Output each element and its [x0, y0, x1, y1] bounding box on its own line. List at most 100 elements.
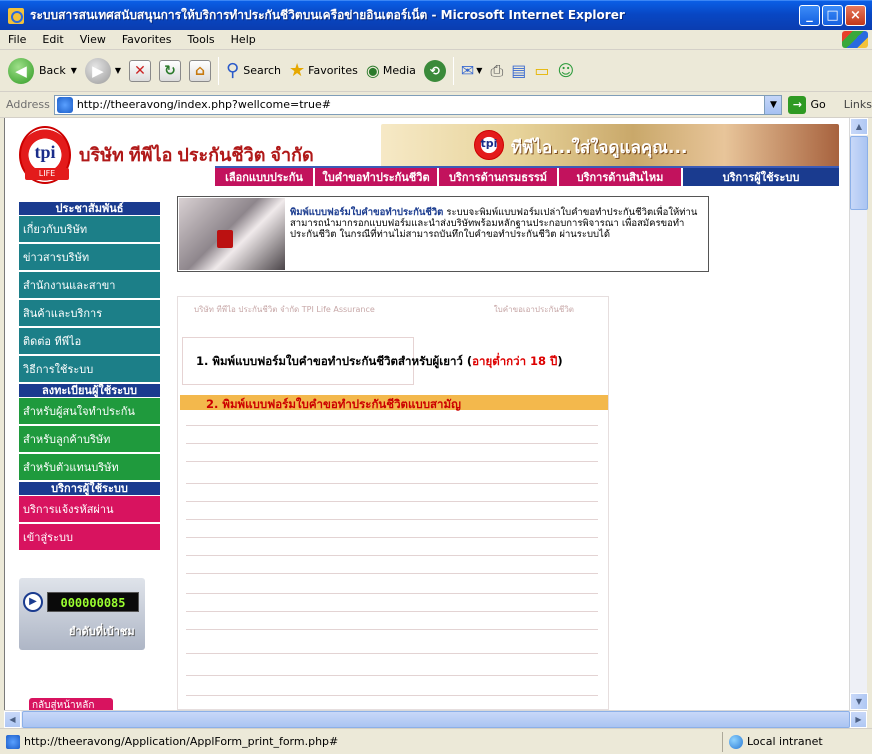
nav-policy-service[interactable]: บริการด้านกรมธรรม์	[439, 168, 559, 186]
sidebar-item-reg-prospect[interactable]: สำหรับผู้สนใจทำประกัน	[19, 398, 160, 426]
toolbar: ◀ Back ▼ ▶ ▼ ✕ ↻ ⌂ ⚲ Search ★ Favorites …	[0, 50, 872, 92]
back-home-button[interactable]: กลับสู่หน้าหลัก	[29, 698, 113, 710]
media-button[interactable]: ◉ Media	[362, 54, 420, 88]
stop-icon: ✕	[129, 59, 152, 82]
print-option-ordinary[interactable]: 2. พิมพ์แบบฟอร์มใบคำขอทำประกันชีวิตแบบสา…	[206, 396, 461, 414]
zone-label: Local intranet	[747, 735, 823, 748]
sidebar-item-products[interactable]: สินค้าและบริการ	[19, 300, 160, 328]
refresh-button[interactable]: ↻	[155, 54, 185, 88]
window-title: ระบบสารสนเทศสนับสนุนการให้บริการทำประกัน…	[30, 8, 625, 22]
sidebar-item-howto[interactable]: วิธีการใช้ระบบ	[19, 356, 160, 384]
visitor-counter: ▶ 000000085 ยำดับที่เบ้าชม	[19, 578, 145, 650]
search-button[interactable]: ⚲ Search	[222, 54, 285, 88]
menu-bar: File Edit View Favorites Tools Help	[0, 30, 872, 50]
maximize-button[interactable]: □	[822, 5, 843, 26]
logo-text: tpi	[34, 142, 56, 162]
forward-button[interactable]: ▶ ▼	[81, 54, 125, 88]
menu-file[interactable]: File	[0, 33, 34, 46]
vertical-scroll-thumb[interactable]	[850, 136, 868, 210]
printer-image	[179, 198, 285, 270]
address-dropdown-icon[interactable]: ▼	[764, 95, 782, 114]
history-button[interactable]: ⟲	[420, 54, 450, 88]
play-icon: ▶	[23, 592, 43, 612]
address-label: Address	[6, 98, 50, 111]
search-icon: ⚲	[226, 60, 240, 81]
menu-edit[interactable]: Edit	[34, 33, 71, 46]
forward-arrow-icon: ▶	[84, 57, 111, 84]
menu-tools[interactable]: Tools	[180, 33, 223, 46]
home-icon: ⌂	[189, 59, 212, 82]
counter-label: ยำดับที่เบ้าชม	[69, 625, 135, 638]
messenger-icon: ☺	[557, 61, 575, 80]
status-url: http://theeravong/Application/ApplForm_p…	[24, 735, 339, 748]
nav-user-service[interactable]: บริการผู้ใช้ระบบ	[683, 168, 839, 186]
promo-box: พิมพ์แบบฟอร์มใบคำขอทำประกันชีวิต ระบบจะพ…	[177, 196, 709, 272]
mail-button[interactable]: ✉ ▼	[457, 54, 487, 88]
sidebar-item-password[interactable]: บริการแจ้งรหัสผ่าน	[19, 496, 160, 524]
sidebar-item-login[interactable]: เข้าสู่ระบบ	[19, 524, 160, 552]
sidebar-item-contact[interactable]: ติดต่อ ทีพีไอ	[19, 328, 160, 356]
edit-icon: ▤	[511, 61, 527, 80]
media-label: Media	[382, 64, 416, 77]
page-icon	[56, 96, 73, 113]
nav-application[interactable]: ใบคำขอทำประกันชีวิต	[315, 168, 439, 186]
scroll-down-icon[interactable]: ▼	[850, 693, 868, 710]
address-input[interactable]: http://theeravong/index.php?wellcome=tru…	[53, 94, 783, 115]
stop-button[interactable]: ✕	[125, 54, 155, 88]
window-titlebar: ระบบสารสนเทศสนับสนุนการให้บริการทำประกัน…	[0, 0, 872, 30]
edit-button[interactable]: ▤	[507, 54, 530, 88]
horizontal-scrollbar[interactable]: ◀ ▶	[4, 710, 867, 728]
discuss-button[interactable]: ▭	[530, 54, 553, 88]
address-url: http://theeravong/index.php?wellcome=tru…	[76, 98, 332, 111]
back-button[interactable]: ◀ Back ▼	[4, 54, 81, 88]
print-option-minor[interactable]: 1. พิมพ์แบบฟอร์มใบคำขอทำประกันชีวิตสำหรั…	[196, 353, 563, 371]
sidebar: ประชาสัมพันธ์ เกี่ยวกับบริษัท ข่าวสารบริ…	[19, 202, 160, 552]
close-button[interactable]: ×	[845, 5, 866, 26]
sidebar-header-register: ลงทะเบียนผู้ใช้ระบบ	[19, 384, 160, 398]
tpi-logo[interactable]: tpi LIFE	[19, 126, 71, 184]
form-header-right: ใบคำขอเอาประกันชีวิต	[493, 305, 574, 314]
scroll-up-icon[interactable]: ▲	[850, 118, 868, 135]
page-icon	[6, 734, 20, 749]
back-arrow-icon: ◀	[8, 57, 34, 84]
scroll-left-icon[interactable]: ◀	[4, 711, 21, 728]
banner-slogan: ทีพีไอ...ใส่ใจดูแลคุณ...	[511, 138, 688, 158]
horizontal-scroll-thumb[interactable]	[22, 711, 850, 728]
menu-help[interactable]: Help	[223, 33, 264, 46]
intranet-globe-icon	[729, 734, 743, 749]
nav-claim-service[interactable]: บริการด้านสินไหม	[559, 168, 683, 186]
folder-icon: ▭	[534, 61, 550, 80]
windows-logo-icon	[842, 31, 868, 48]
vertical-scrollbar[interactable]: ▲ ▼	[849, 118, 868, 710]
print-button[interactable]: ⎙	[486, 54, 507, 88]
menu-favorites[interactable]: Favorites	[114, 33, 180, 46]
counter-value: 000000085	[47, 592, 139, 612]
banner-logo: tpi	[474, 130, 504, 160]
links-button[interactable]: Links	[844, 98, 872, 111]
header-banner: tpi ทีพีไอ...ใส่ใจดูแลคุณ...	[381, 124, 839, 168]
sidebar-item-about[interactable]: เกี่ยวกับบริษัท	[19, 216, 160, 244]
favorites-button[interactable]: ★ Favorites	[285, 54, 362, 88]
ie-icon	[8, 7, 24, 24]
menu-view[interactable]: View	[72, 33, 114, 46]
sidebar-header-pr: ประชาสัมพันธ์	[19, 202, 160, 216]
sidebar-item-reg-agent[interactable]: สำหรับตัวแทนบริษัท	[19, 454, 160, 482]
sidebar-item-branches[interactable]: สำนักงานและสาขา	[19, 272, 160, 300]
scroll-right-icon[interactable]: ▶	[850, 711, 867, 728]
age-condition: อายุต่ำกว่า 18 ปี	[472, 354, 558, 368]
star-icon: ★	[289, 60, 306, 81]
sidebar-item-news[interactable]: ข่าวสารบริษัท	[19, 244, 160, 272]
go-button[interactable]: → Go	[788, 95, 826, 114]
company-name: บริษัท ทีพีไอ ประกันชีวิต จำกัด	[79, 145, 314, 165]
minimize-button[interactable]: _	[799, 5, 820, 26]
mail-icon: ✉	[460, 61, 475, 80]
home-button[interactable]: ⌂	[185, 54, 215, 88]
sidebar-item-reg-customer[interactable]: สำหรับลูกค้าบริษัท	[19, 426, 160, 454]
messenger-button[interactable]: ☺	[554, 54, 579, 88]
form-preview: บริษัท ทีพีไอ ประกันชีวิต จำกัด TPI Life…	[177, 296, 609, 710]
form-header-left: บริษัท ทีพีไอ ประกันชีวิต จำกัด TPI Life…	[194, 305, 375, 314]
nav-select-plan[interactable]: เลือกแบบประกัน	[215, 168, 315, 186]
promo-heading: พิมพ์แบบฟอร์มใบคำขอทำประกันชีวิต	[290, 207, 444, 218]
security-zone: Local intranet	[722, 731, 872, 752]
back-label: Back	[39, 64, 66, 77]
